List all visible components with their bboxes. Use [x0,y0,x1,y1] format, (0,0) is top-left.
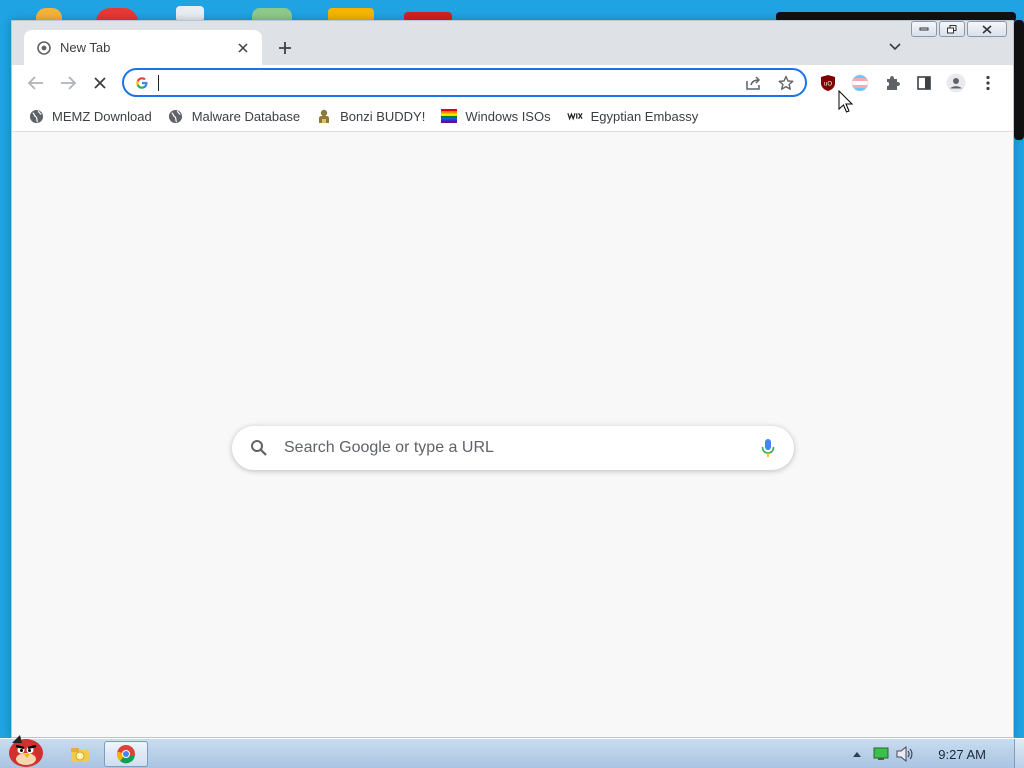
forward-button[interactable] [56,71,80,95]
maximize-button[interactable] [939,21,965,37]
bookmark-label: Egyptian Embassy [590,108,699,124]
stop-loading-icon [94,77,106,89]
tab-title: New Tab [60,40,111,55]
system-tray: 9:27 AM [844,739,1024,768]
stop-loading-button[interactable] [88,71,112,95]
back-button[interactable] [24,71,48,95]
bookmark-label: Malware Database [191,108,301,124]
mouse-pointer-icon [838,89,854,117]
volume-icon[interactable] [894,743,916,765]
svg-text:uO: uO [824,82,832,88]
bonzi-icon [316,108,332,124]
wix-icon [566,108,583,124]
bookmark-label: Windows ISOs [465,108,551,124]
bookmark-star-icon[interactable] [775,72,797,94]
chevron-down-icon[interactable] [886,38,904,56]
globe-icon [168,108,184,124]
chrome-newtab-icon [36,40,52,56]
minimize-button[interactable] [911,21,937,37]
ntp-search-box[interactable]: Search Google or type a URL [232,426,794,470]
new-tab-button[interactable] [274,37,296,59]
ublock-origin-icon[interactable]: uO [816,71,840,95]
bookmark-egyptian-embassy[interactable]: Egyptian Embassy [566,104,707,128]
bookmarks-bar: MEMZ Download Malware Database Bonzi BUD… [12,101,1013,132]
ntp-search-placeholder: Search Google or type a URL [284,439,494,456]
rainbow-flag-icon [441,108,458,124]
side-panel-icon[interactable] [912,71,936,95]
puzzle-extensions-icon[interactable] [880,71,904,95]
microphone-icon[interactable] [758,437,778,459]
google-g-icon [134,75,150,91]
window-close-button[interactable] [967,21,1007,37]
bookmark-memz-download[interactable]: MEMZ Download [28,104,160,128]
taskbar-explorer-button[interactable] [58,741,102,767]
bookmark-label: Bonzi BUDDY! [340,108,426,124]
new-tab-page: Search Google or type a URL [12,132,1013,737]
address-bar[interactable] [122,68,807,97]
show-desktop-button[interactable] [1014,739,1024,768]
forward-arrow-icon [61,76,76,90]
chrome-icon [116,745,135,764]
tab-new-tab[interactable]: New Tab [24,30,262,65]
globe-icon [28,108,44,124]
taskbar: 9:27 AM [0,735,1024,768]
bookmark-malware-database[interactable]: Malware Database [168,104,308,128]
browser-window: New Tab uO MEMZ Download Malware Databas… [11,20,1014,738]
desktop-scribble-right [1014,20,1024,140]
address-input[interactable] [158,74,733,91]
bookmark-label: MEMZ Download [52,108,152,124]
window-controls [911,21,1007,37]
back-arrow-icon [28,76,43,90]
taskbar-chrome-button[interactable] [104,741,148,767]
profile-avatar-icon[interactable] [944,71,968,95]
tab-strip[interactable]: New Tab [12,21,1013,65]
share-icon[interactable] [743,72,765,94]
close-icon[interactable] [234,39,252,57]
network-icon[interactable] [870,743,892,765]
bookmark-windows-isos[interactable]: Windows ISOs [441,104,558,128]
explorer-icon [71,748,89,762]
start-button[interactable] [2,731,48,768]
bookmark-bonzi-buddy[interactable]: Bonzi BUDDY! [316,104,433,128]
show-hidden-icons-chevron[interactable] [846,743,868,765]
browser-toolbar: uO [12,65,1013,101]
taskbar-clock[interactable]: 9:27 AM [938,747,986,762]
search-icon [250,438,270,458]
kebab-menu-icon[interactable] [976,71,1000,95]
